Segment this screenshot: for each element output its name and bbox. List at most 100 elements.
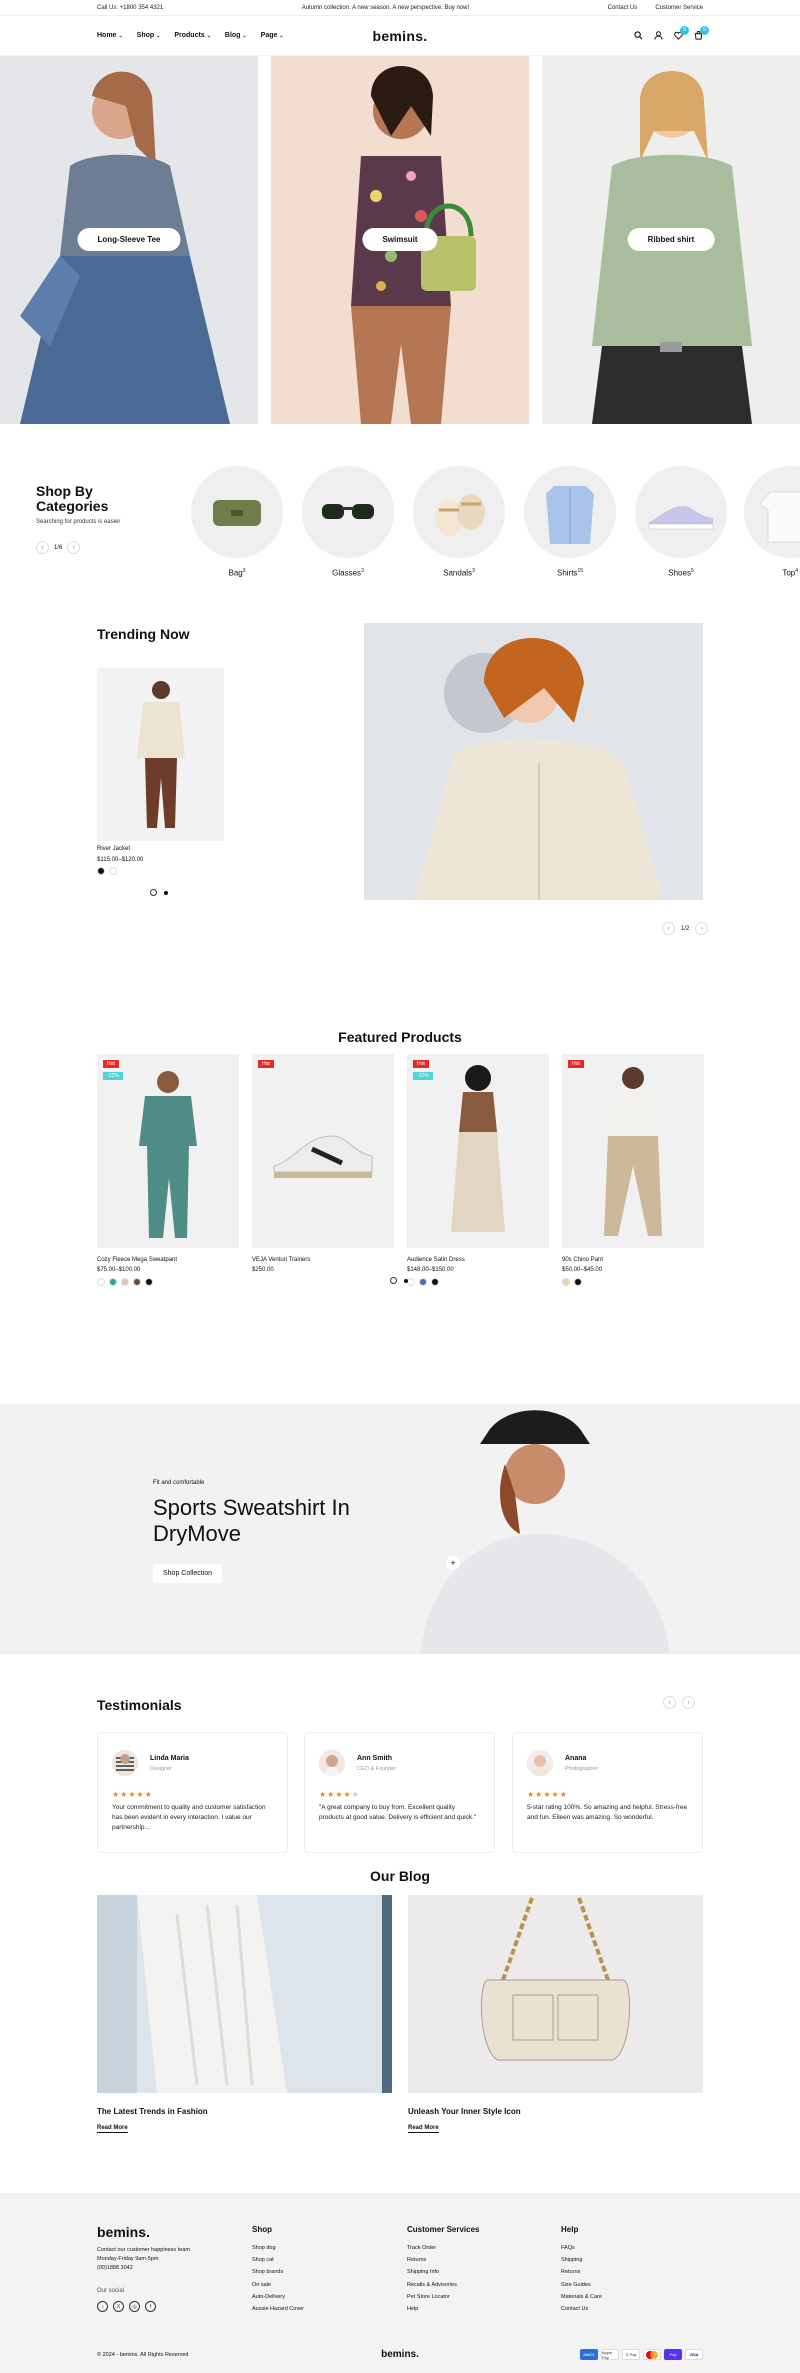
color-swatch[interactable] bbox=[574, 1278, 582, 1286]
hero-card-swimsuit[interactable]: Swimsuit bbox=[271, 56, 529, 424]
next-arrow-icon[interactable]: › bbox=[695, 922, 709, 935]
color-swatch[interactable] bbox=[109, 867, 117, 875]
color-swatch[interactable] bbox=[431, 1278, 439, 1286]
color-swatch[interactable] bbox=[97, 1278, 105, 1286]
color-swatch[interactable] bbox=[133, 1278, 141, 1286]
footer-logo-small[interactable]: bemins. bbox=[381, 2349, 419, 2360]
product-card[interactable]: Hot 90s Chino Pant $50.00–$45.00 bbox=[562, 1054, 704, 1286]
product-name[interactable]: Cozy Fleece Mega Sweatpant bbox=[97, 1257, 239, 1263]
shop-collection-button[interactable]: Shop Collection bbox=[153, 1564, 223, 1583]
product-image[interactable]: Hot bbox=[562, 1054, 704, 1248]
blog-card[interactable]: Unleash Your Inner Style Icon Read More bbox=[408, 1895, 703, 2134]
color-swatch[interactable] bbox=[109, 1278, 117, 1286]
prev-arrow-icon[interactable]: ‹ bbox=[662, 922, 675, 935]
color-swatch[interactable] bbox=[97, 867, 105, 875]
product-card[interactable]: Hot VEJA Venturi Trainers $250.00 bbox=[252, 1054, 394, 1273]
product-name[interactable]: 90s Chino Pant bbox=[562, 1257, 704, 1263]
customer-service-link[interactable]: Customer Service bbox=[655, 5, 703, 11]
color-swatch[interactable] bbox=[121, 1278, 129, 1286]
facebook-icon[interactable]: f bbox=[145, 2301, 156, 2312]
footer-link[interactable]: Returns bbox=[407, 2254, 479, 2266]
blog-card[interactable]: The Latest Trends in Fashion Read More bbox=[97, 1895, 392, 2134]
category-glasses[interactable]: Glasses3 bbox=[302, 466, 394, 578]
next-arrow-icon[interactable]: › bbox=[682, 1696, 695, 1709]
top-bar: Call Us: +1800 354 4321 Autumn collectio… bbox=[0, 0, 800, 16]
nav-item-page[interactable]: Page ⌄ bbox=[261, 32, 284, 39]
blog-image[interactable] bbox=[97, 1895, 392, 2093]
nav-item-products[interactable]: Products ⌄ bbox=[174, 32, 211, 39]
x-icon[interactable]: X bbox=[113, 2301, 124, 2312]
footer-link[interactable]: Shop brands bbox=[252, 2266, 304, 2278]
contact-us-link[interactable]: Contact Us bbox=[608, 5, 638, 11]
instagram-icon[interactable]: ◎ bbox=[129, 2301, 140, 2312]
category-top[interactable]: Top4 bbox=[744, 466, 800, 578]
trending-feature-image[interactable] bbox=[364, 623, 703, 900]
blog-post-title[interactable]: Unleash Your Inner Style Icon bbox=[408, 2107, 703, 2116]
nav-item-shop[interactable]: Shop ⌄ bbox=[137, 32, 161, 39]
trending-product-name[interactable]: River Jacket bbox=[97, 846, 130, 852]
trending-product-image[interactable] bbox=[97, 668, 224, 841]
product-card[interactable]: Hot -32% Audience Satin Dress $148.00–$1… bbox=[407, 1054, 549, 1286]
color-swatch[interactable] bbox=[562, 1278, 570, 1286]
product-image[interactable]: Hot -32% bbox=[407, 1054, 549, 1248]
read-more-link[interactable]: Read More bbox=[97, 2125, 128, 2133]
blog-image[interactable] bbox=[408, 1895, 703, 2093]
plus-icon[interactable]: + bbox=[446, 1556, 460, 1570]
category-bag[interactable]: Bag3 bbox=[191, 466, 283, 578]
footer-link[interactable]: Shipping bbox=[561, 2254, 602, 2266]
footer-link[interactable]: Help bbox=[407, 2303, 479, 2315]
bag-thumbnail bbox=[191, 466, 283, 558]
color-swatch[interactable] bbox=[407, 1278, 415, 1286]
tiktok-icon[interactable]: ♪ bbox=[97, 2301, 108, 2312]
nav-item-home[interactable]: Home ⌄ bbox=[97, 32, 123, 39]
color-swatch[interactable] bbox=[145, 1278, 153, 1286]
site-logo[interactable]: bemins. bbox=[372, 28, 427, 44]
prev-arrow-icon[interactable]: ‹ bbox=[663, 1696, 676, 1709]
footer-link[interactable]: Materials & Care bbox=[561, 2291, 602, 2303]
footer-link[interactable]: Shipping Info bbox=[407, 2266, 479, 2278]
hero-card-long-sleeve[interactable]: Long-Sleeve Tee bbox=[0, 56, 258, 424]
footer-link[interactable]: Track Order bbox=[407, 2242, 479, 2254]
hero-button-long-sleeve[interactable]: Long-Sleeve Tee bbox=[77, 228, 181, 251]
blog-post-title[interactable]: The Latest Trends in Fashion bbox=[97, 2107, 392, 2116]
footer-link[interactable]: Auto-Delivery bbox=[252, 2291, 304, 2303]
main-nav: Home ⌄ Shop ⌄ Products ⌄ Blog ⌄ Page ⌄ bbox=[97, 32, 284, 39]
category-sandals[interactable]: Sandals3 bbox=[413, 466, 505, 578]
footer-link[interactable]: On sale bbox=[252, 2279, 304, 2291]
announcement-text[interactable]: Autumn collection. A new season. A new p… bbox=[302, 5, 469, 11]
footer-logo[interactable]: bemins. bbox=[97, 2224, 150, 2240]
cart-icon[interactable]: 0 bbox=[693, 25, 709, 41]
product-image[interactable]: Hot -22% bbox=[97, 1054, 239, 1248]
hero-card-ribbed-shirt[interactable]: Ribbed shirt bbox=[542, 56, 800, 424]
pagination-dot[interactable] bbox=[390, 1277, 397, 1284]
category-shirts[interactable]: Shirts15 bbox=[524, 466, 616, 578]
product-name[interactable]: Audience Satin Dress bbox=[407, 1257, 549, 1263]
hero-button-swimsuit[interactable]: Swimsuit bbox=[362, 228, 438, 251]
pagination-dot[interactable] bbox=[404, 1278, 408, 1283]
footer-link[interactable]: Contact Us bbox=[561, 2303, 602, 2315]
nav-item-blog[interactable]: Blog ⌄ bbox=[225, 32, 247, 39]
search-icon[interactable] bbox=[633, 31, 643, 41]
footer-link[interactable]: Recalls & Advisories bbox=[407, 2279, 479, 2291]
footer-phone[interactable]: (00)1888 3042 bbox=[97, 2264, 190, 2273]
pagination-dot[interactable] bbox=[150, 889, 157, 896]
footer-link[interactable]: Pet Store Locator bbox=[407, 2291, 479, 2303]
prev-arrow-icon[interactable]: ‹ bbox=[36, 541, 49, 554]
product-card[interactable]: Hot -22% Cozy Fleece Mega Sweatpant $75.… bbox=[97, 1054, 239, 1286]
user-icon[interactable] bbox=[653, 31, 663, 41]
footer-link[interactable]: Size Guides bbox=[561, 2279, 602, 2291]
color-swatch[interactable] bbox=[419, 1278, 427, 1286]
footer-link[interactable]: Aussie Hazard Cover bbox=[252, 2303, 304, 2315]
product-image[interactable]: Hot bbox=[252, 1054, 394, 1248]
wishlist-icon[interactable]: 0 bbox=[673, 25, 689, 41]
footer-link[interactable]: Shop cat bbox=[252, 2254, 304, 2266]
read-more-link[interactable]: Read More bbox=[408, 2125, 439, 2133]
pagination-dot[interactable] bbox=[164, 890, 168, 895]
footer-link[interactable]: Shop dog bbox=[252, 2242, 304, 2254]
product-name[interactable]: VEJA Venturi Trainers bbox=[252, 1257, 394, 1263]
category-shoes[interactable]: Shoes5 bbox=[635, 466, 727, 578]
next-arrow-icon[interactable]: › bbox=[67, 541, 81, 554]
footer-link[interactable]: Returns bbox=[561, 2266, 602, 2278]
hero-button-ribbed-shirt[interactable]: Ribbed shirt bbox=[627, 228, 715, 251]
footer-link[interactable]: FAQs bbox=[561, 2242, 602, 2254]
